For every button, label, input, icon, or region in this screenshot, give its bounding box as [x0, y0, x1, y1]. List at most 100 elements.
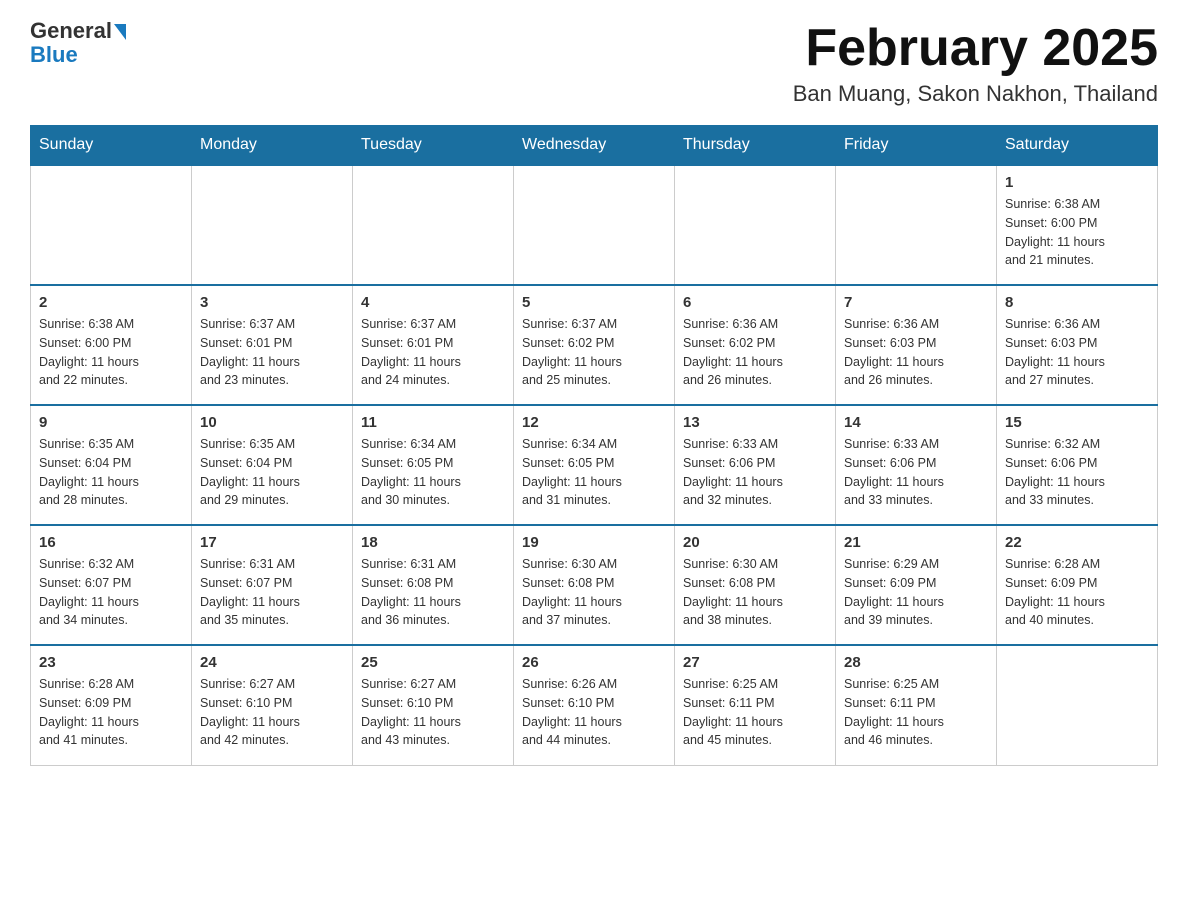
- day-number: 4: [361, 294, 505, 311]
- days-of-week-row: SundayMondayTuesdayWednesdayThursdayFrid…: [31, 126, 1158, 166]
- day-info: Sunrise: 6:32 AM Sunset: 6:06 PM Dayligh…: [1005, 435, 1149, 510]
- calendar-cell: 20 Sunrise: 6:30 AM Sunset: 6:08 PM Dayli…: [675, 525, 836, 645]
- calendar-cell: 13 Sunrise: 6:33 AM Sunset: 6:06 PM Dayli…: [675, 405, 836, 525]
- calendar-week-4: 16 Sunrise: 6:32 AM Sunset: 6:07 PM Dayli…: [31, 525, 1158, 645]
- calendar-cell: 22 Sunrise: 6:28 AM Sunset: 6:09 PM Dayli…: [997, 525, 1158, 645]
- day-info: Sunrise: 6:25 AM Sunset: 6:11 PM Dayligh…: [683, 675, 827, 750]
- day-number: 22: [1005, 534, 1149, 551]
- calendar-cell: 4 Sunrise: 6:37 AM Sunset: 6:01 PM Daylig…: [353, 285, 514, 405]
- day-number: 20: [683, 534, 827, 551]
- calendar-header: SundayMondayTuesdayWednesdayThursdayFrid…: [31, 126, 1158, 166]
- calendar-cell: 5 Sunrise: 6:37 AM Sunset: 6:02 PM Daylig…: [514, 285, 675, 405]
- day-number: 11: [361, 414, 505, 431]
- day-info: Sunrise: 6:31 AM Sunset: 6:08 PM Dayligh…: [361, 555, 505, 630]
- day-number: 7: [844, 294, 988, 311]
- day-info: Sunrise: 6:35 AM Sunset: 6:04 PM Dayligh…: [39, 435, 183, 510]
- calendar-body: 1 Sunrise: 6:38 AM Sunset: 6:00 PM Daylig…: [31, 165, 1158, 765]
- calendar-cell: [836, 165, 997, 285]
- calendar-cell: [353, 165, 514, 285]
- calendar-cell: 6 Sunrise: 6:36 AM Sunset: 6:02 PM Daylig…: [675, 285, 836, 405]
- day-info: Sunrise: 6:37 AM Sunset: 6:01 PM Dayligh…: [361, 315, 505, 390]
- day-header-saturday: Saturday: [997, 126, 1158, 166]
- day-info: Sunrise: 6:38 AM Sunset: 6:00 PM Dayligh…: [1005, 195, 1149, 270]
- day-number: 26: [522, 654, 666, 671]
- logo-general-text: General: [30, 20, 112, 42]
- day-info: Sunrise: 6:27 AM Sunset: 6:10 PM Dayligh…: [200, 675, 344, 750]
- day-info: Sunrise: 6:26 AM Sunset: 6:10 PM Dayligh…: [522, 675, 666, 750]
- logo: General Blue: [30, 20, 126, 68]
- day-number: 28: [844, 654, 988, 671]
- calendar-week-3: 9 Sunrise: 6:35 AM Sunset: 6:04 PM Daylig…: [31, 405, 1158, 525]
- day-number: 18: [361, 534, 505, 551]
- calendar-cell: 27 Sunrise: 6:25 AM Sunset: 6:11 PM Dayli…: [675, 645, 836, 765]
- calendar-week-2: 2Sunrise: 6:38 AM Sunset: 6:00 PM Daylig…: [31, 285, 1158, 405]
- calendar-week-5: 23Sunrise: 6:28 AM Sunset: 6:09 PM Dayli…: [31, 645, 1158, 765]
- day-info: Sunrise: 6:37 AM Sunset: 6:02 PM Dayligh…: [522, 315, 666, 390]
- day-number: 1: [1005, 174, 1149, 191]
- day-header-friday: Friday: [836, 126, 997, 166]
- calendar-cell: 28 Sunrise: 6:25 AM Sunset: 6:11 PM Dayli…: [836, 645, 997, 765]
- day-number: 6: [683, 294, 827, 311]
- calendar-cell: [514, 165, 675, 285]
- day-number: 5: [522, 294, 666, 311]
- day-info: Sunrise: 6:36 AM Sunset: 6:02 PM Dayligh…: [683, 315, 827, 390]
- day-number: 9: [39, 414, 183, 431]
- month-title: February 2025: [793, 20, 1158, 77]
- day-info: Sunrise: 6:28 AM Sunset: 6:09 PM Dayligh…: [1005, 555, 1149, 630]
- calendar-cell: 15Sunrise: 6:32 AM Sunset: 6:06 PM Dayli…: [997, 405, 1158, 525]
- day-info: Sunrise: 6:35 AM Sunset: 6:04 PM Dayligh…: [200, 435, 344, 510]
- calendar-cell: 2Sunrise: 6:38 AM Sunset: 6:00 PM Daylig…: [31, 285, 192, 405]
- calendar-cell: 12 Sunrise: 6:34 AM Sunset: 6:05 PM Dayli…: [514, 405, 675, 525]
- title-section: February 2025 Ban Muang, Sakon Nakhon, T…: [793, 20, 1158, 107]
- day-info: Sunrise: 6:38 AM Sunset: 6:00 PM Dayligh…: [39, 315, 183, 390]
- calendar-cell: [997, 645, 1158, 765]
- calendar-cell: 9 Sunrise: 6:35 AM Sunset: 6:04 PM Daylig…: [31, 405, 192, 525]
- day-info: Sunrise: 6:36 AM Sunset: 6:03 PM Dayligh…: [844, 315, 988, 390]
- day-info: Sunrise: 6:36 AM Sunset: 6:03 PM Dayligh…: [1005, 315, 1149, 390]
- day-number: 16: [39, 534, 183, 551]
- day-number: 8: [1005, 294, 1149, 311]
- day-number: 12: [522, 414, 666, 431]
- calendar-cell: 16 Sunrise: 6:32 AM Sunset: 6:07 PM Dayli…: [31, 525, 192, 645]
- day-number: 13: [683, 414, 827, 431]
- day-info: Sunrise: 6:34 AM Sunset: 6:05 PM Dayligh…: [522, 435, 666, 510]
- day-info: Sunrise: 6:32 AM Sunset: 6:07 PM Dayligh…: [39, 555, 183, 630]
- day-number: 3: [200, 294, 344, 311]
- calendar-cell: 8 Sunrise: 6:36 AM Sunset: 6:03 PM Daylig…: [997, 285, 1158, 405]
- day-header-wednesday: Wednesday: [514, 126, 675, 166]
- day-info: Sunrise: 6:31 AM Sunset: 6:07 PM Dayligh…: [200, 555, 344, 630]
- day-info: Sunrise: 6:30 AM Sunset: 6:08 PM Dayligh…: [683, 555, 827, 630]
- calendar-week-1: 1 Sunrise: 6:38 AM Sunset: 6:00 PM Daylig…: [31, 165, 1158, 285]
- calendar-cell: 14 Sunrise: 6:33 AM Sunset: 6:06 PM Dayli…: [836, 405, 997, 525]
- calendar-cell: [675, 165, 836, 285]
- calendar-cell: 18 Sunrise: 6:31 AM Sunset: 6:08 PM Dayli…: [353, 525, 514, 645]
- day-info: Sunrise: 6:28 AM Sunset: 6:09 PM Dayligh…: [39, 675, 183, 750]
- calendar-cell: 11Sunrise: 6:34 AM Sunset: 6:05 PM Dayli…: [353, 405, 514, 525]
- day-header-monday: Monday: [192, 126, 353, 166]
- calendar-cell: 3 Sunrise: 6:37 AM Sunset: 6:01 PM Daylig…: [192, 285, 353, 405]
- day-info: Sunrise: 6:33 AM Sunset: 6:06 PM Dayligh…: [844, 435, 988, 510]
- calendar-cell: 7 Sunrise: 6:36 AM Sunset: 6:03 PM Daylig…: [836, 285, 997, 405]
- day-number: 27: [683, 654, 827, 671]
- calendar-table: SundayMondayTuesdayWednesdayThursdayFrid…: [30, 125, 1158, 766]
- calendar-cell: 10 Sunrise: 6:35 AM Sunset: 6:04 PM Dayli…: [192, 405, 353, 525]
- day-number: 10: [200, 414, 344, 431]
- calendar-cell: 17 Sunrise: 6:31 AM Sunset: 6:07 PM Dayli…: [192, 525, 353, 645]
- day-number: 17: [200, 534, 344, 551]
- calendar-cell: 19Sunrise: 6:30 AM Sunset: 6:08 PM Dayli…: [514, 525, 675, 645]
- page-header: General Blue February 2025 Ban Muang, Sa…: [30, 20, 1158, 107]
- day-info: Sunrise: 6:33 AM Sunset: 6:06 PM Dayligh…: [683, 435, 827, 510]
- day-info: Sunrise: 6:37 AM Sunset: 6:01 PM Dayligh…: [200, 315, 344, 390]
- day-number: 14: [844, 414, 988, 431]
- day-number: 21: [844, 534, 988, 551]
- calendar-cell: 26 Sunrise: 6:26 AM Sunset: 6:10 PM Dayli…: [514, 645, 675, 765]
- day-info: Sunrise: 6:29 AM Sunset: 6:09 PM Dayligh…: [844, 555, 988, 630]
- day-number: 24: [200, 654, 344, 671]
- calendar-cell: 21 Sunrise: 6:29 AM Sunset: 6:09 PM Dayli…: [836, 525, 997, 645]
- logo-blue-text: Blue: [30, 42, 78, 68]
- day-info: Sunrise: 6:25 AM Sunset: 6:11 PM Dayligh…: [844, 675, 988, 750]
- day-header-tuesday: Tuesday: [353, 126, 514, 166]
- day-header-thursday: Thursday: [675, 126, 836, 166]
- logo-arrow-icon: [114, 24, 126, 40]
- calendar-cell: [31, 165, 192, 285]
